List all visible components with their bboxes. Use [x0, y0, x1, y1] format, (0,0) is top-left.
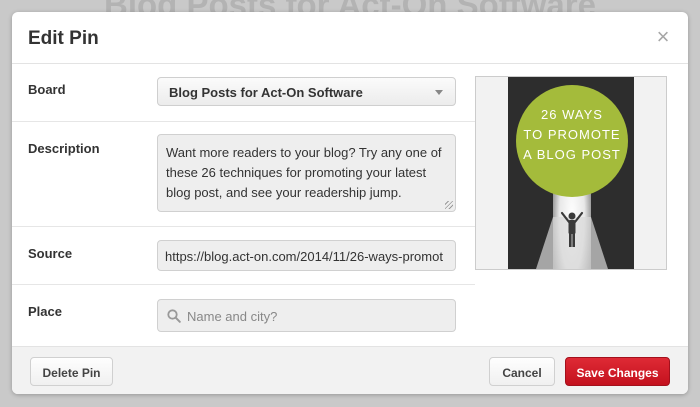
description-text: Want more readers to your blog? Try any …: [166, 145, 442, 200]
save-changes-button[interactable]: Save Changes: [565, 357, 670, 386]
search-icon: [167, 309, 181, 323]
cancel-button[interactable]: Cancel: [489, 357, 555, 386]
pin-image-line3: A BLOG POST: [523, 147, 621, 162]
pin-image-line2: TO PROMOTE: [523, 127, 620, 142]
dialog-footer: Delete Pin Cancel Save Changes: [12, 346, 688, 394]
resize-handle-icon[interactable]: [445, 201, 453, 209]
source-url-text: https://blog.act-on.com/2014/11/26-ways-…: [165, 249, 443, 264]
board-label: Board: [28, 82, 66, 97]
source-label: Source: [28, 246, 73, 261]
dialog-header: Edit Pin ×: [12, 12, 688, 64]
close-icon[interactable]: ×: [652, 26, 674, 48]
pin-image-line1: 26 WAYS: [541, 107, 603, 122]
chevron-down-icon: [435, 90, 443, 95]
delete-pin-button[interactable]: Delete Pin: [30, 357, 113, 386]
place-search-field[interactable]: Name and city?: [157, 299, 456, 332]
board-select[interactable]: Blog Posts for Act-On Software: [157, 77, 456, 106]
place-label: Place: [28, 304, 62, 319]
dialog-title: Edit Pin: [28, 28, 99, 49]
board-select-value: Blog Posts for Act-On Software: [169, 85, 363, 100]
description-label: Description: [28, 141, 100, 156]
edit-pin-dialog: Edit Pin × Board Blog Posts for Act-On S…: [12, 12, 688, 394]
description-textarea[interactable]: Want more readers to your blog? Try any …: [157, 134, 456, 212]
pin-image-preview: 26 WAYS TO PROMOTE A BLOG POST: [475, 76, 667, 270]
source-url-field[interactable]: https://blog.act-on.com/2014/11/26-ways-…: [157, 240, 456, 271]
place-placeholder: Name and city?: [187, 309, 278, 324]
pin-image-artwork: 26 WAYS TO PROMOTE A BLOG POST: [476, 77, 666, 269]
